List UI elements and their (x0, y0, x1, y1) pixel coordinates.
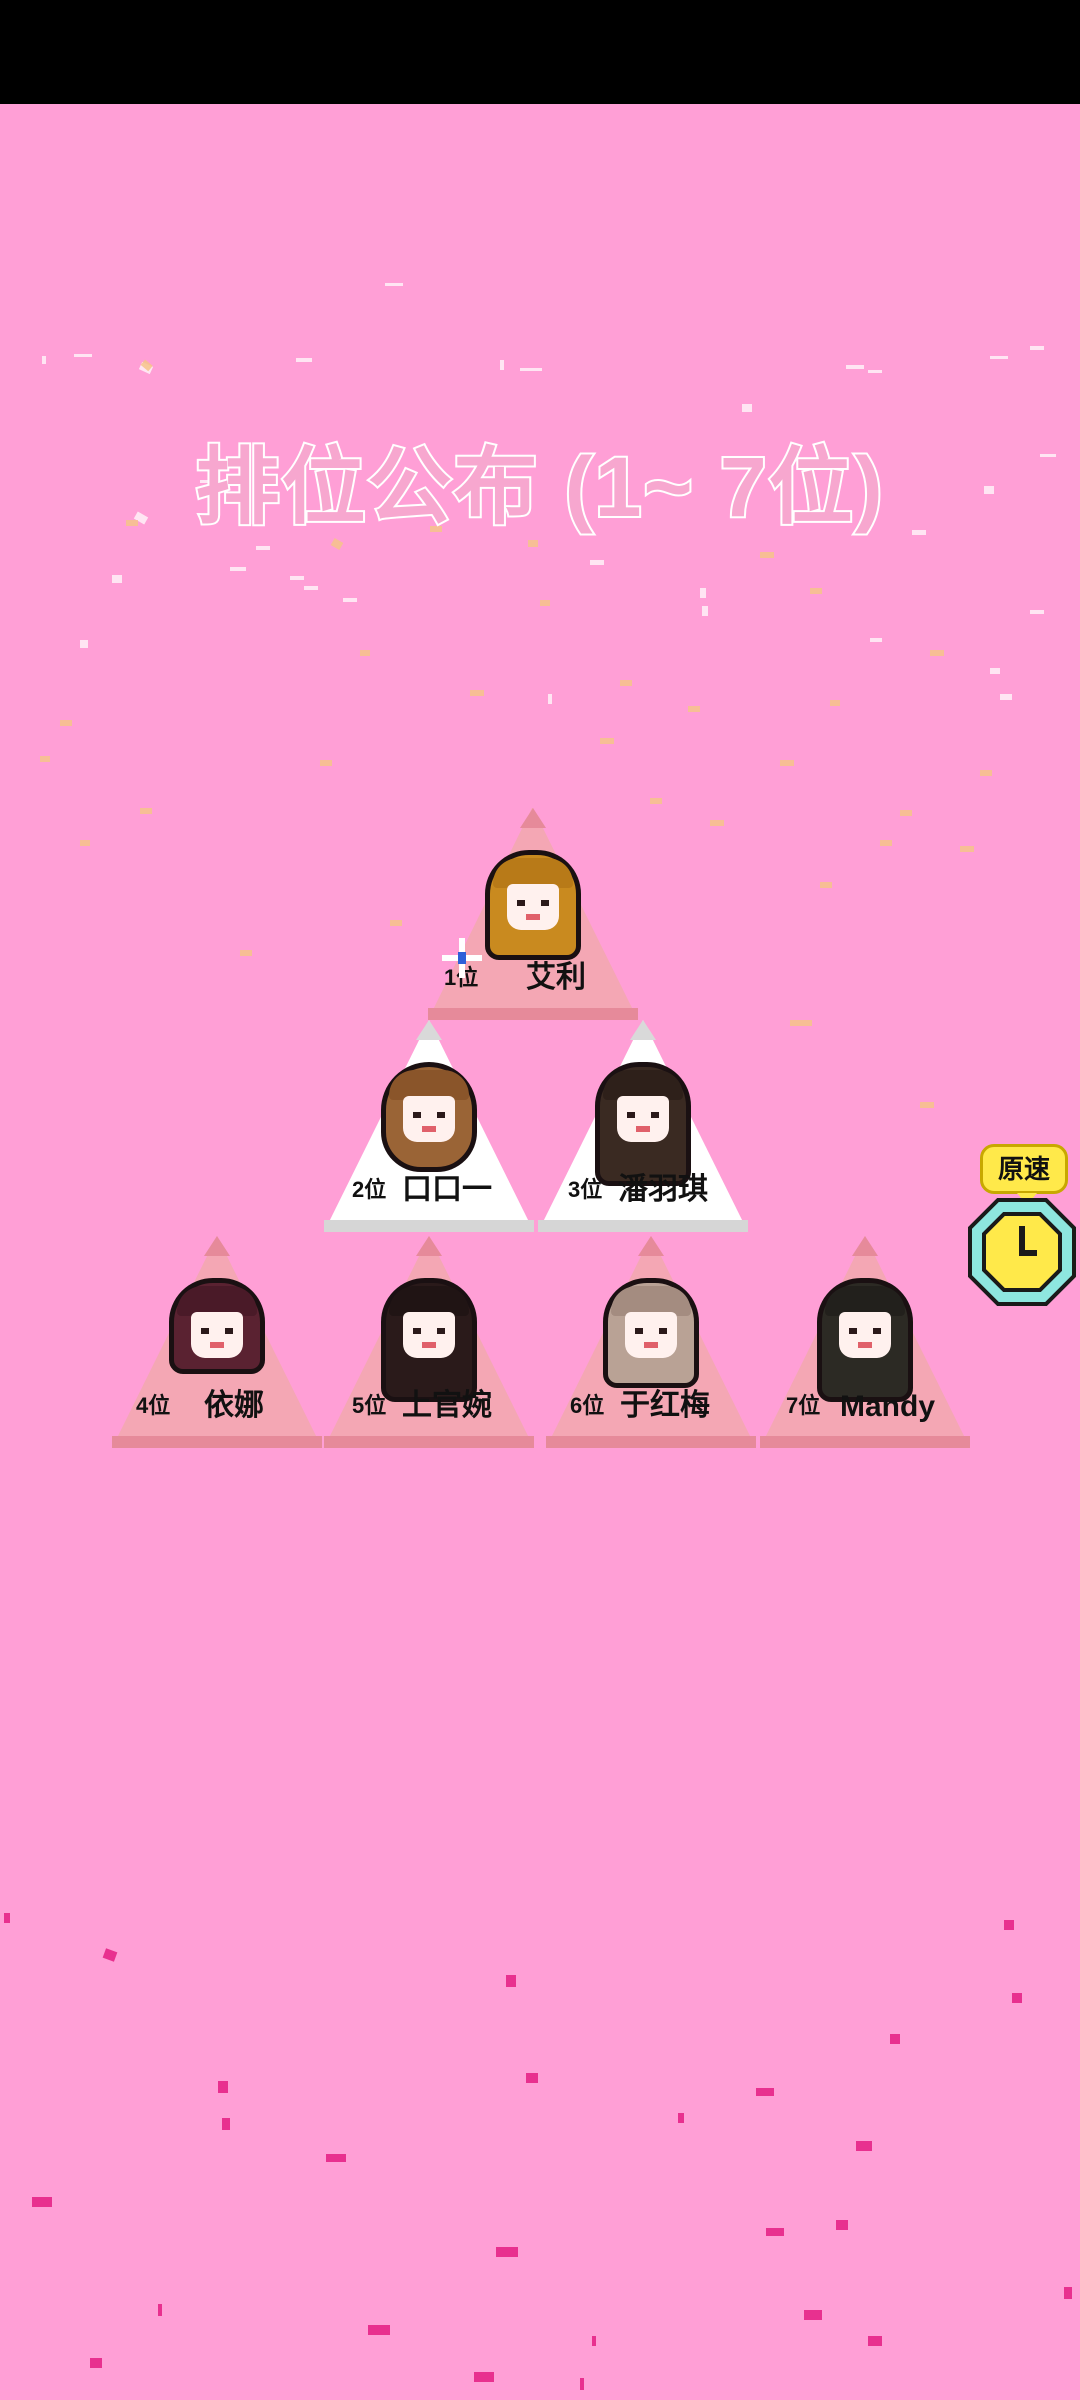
clock-icon[interactable] (966, 1196, 1078, 1308)
rank-card-6[interactable]: 6位 于红梅 (546, 1236, 756, 1448)
character-avatar (169, 1278, 265, 1388)
rank-card-5[interactable]: 5位 上官婉 (324, 1236, 534, 1448)
rank-number: 5位 (352, 1393, 387, 1418)
speed-label-bubble[interactable]: 原速 (980, 1144, 1068, 1205)
rank-card-1[interactable]: 1位 艾利 (428, 808, 638, 1020)
character-avatar (381, 1062, 477, 1172)
rank-number: 6位 (570, 1393, 605, 1418)
status-bar (0, 0, 1080, 104)
rank-number: 3位 (568, 1177, 603, 1202)
character-name: 上官婉 (402, 1389, 492, 1422)
character-name: 口口一 (402, 1173, 492, 1206)
character-avatar (595, 1062, 691, 1186)
character-avatar (817, 1278, 913, 1402)
character-avatar (603, 1278, 699, 1388)
character-name: 于红梅 (620, 1389, 710, 1422)
rank-number: 2位 (352, 1177, 387, 1202)
rank-card-3[interactable]: 3位 潘羽琪 (538, 1020, 748, 1232)
character-avatar (485, 850, 581, 960)
character-avatar (381, 1278, 477, 1402)
rank-card-7[interactable]: 7位 Mandy (760, 1236, 970, 1448)
rank-card-4[interactable]: 4位 依娜 (112, 1236, 322, 1448)
sparkle-icon (442, 938, 482, 978)
character-name: 潘羽琪 (618, 1173, 708, 1206)
character-name: 依娜 (204, 1389, 264, 1422)
rank-number: 4位 (136, 1393, 171, 1418)
rank-number: 7位 (786, 1393, 821, 1418)
character-name: Mandy (840, 1390, 936, 1423)
character-name: 艾利 (526, 961, 586, 994)
rank-card-2[interactable]: 2位 口口一 (324, 1020, 534, 1232)
ranking-title: 排位公布 (1~ 7位) (193, 438, 885, 536)
